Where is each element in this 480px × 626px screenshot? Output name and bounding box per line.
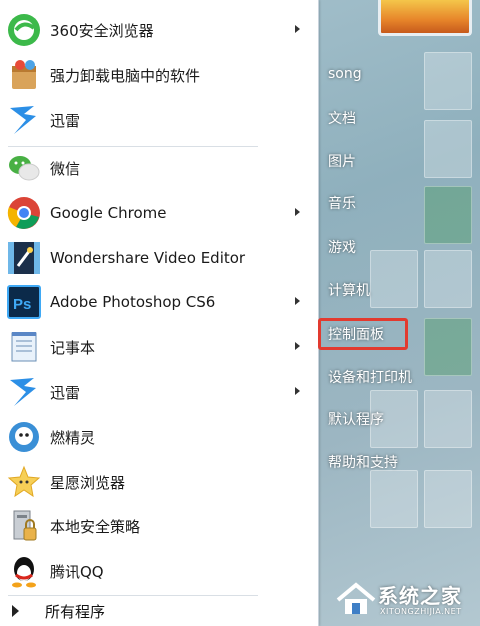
- start-menu-places-pane: song 文档 图片 音乐 游戏 计算机 控制面板 设备和打印机 默认程序 帮助…: [318, 0, 480, 626]
- menu-item-label: 腾讯QQ: [50, 562, 104, 581]
- menu-item-label: Google Chrome: [50, 204, 167, 222]
- place-games[interactable]: 游戏: [328, 237, 356, 257]
- xunlei-icon: [6, 374, 42, 410]
- watermark: 系统之家 XITONGZHIJIA.NET: [330, 576, 478, 622]
- watermark-url: XITONGZHIJIA.NET: [380, 607, 462, 616]
- menu-item-label: 迅雷: [50, 111, 81, 130]
- menu-item-label: 迅雷: [50, 383, 81, 402]
- chevron-right-icon: [295, 387, 300, 395]
- place-computer[interactable]: 计算机: [328, 280, 370, 300]
- qq-icon: [6, 553, 42, 589]
- chevron-right-icon: [295, 297, 300, 305]
- star-browser-icon: [6, 464, 42, 500]
- place-default-programs[interactable]: 默认程序: [328, 409, 384, 429]
- menu-item-uninstall[interactable]: 强力卸载电脑中的软件: [4, 53, 314, 97]
- menu-item-label: 微信: [50, 159, 81, 178]
- place-documents[interactable]: 文档: [328, 108, 356, 128]
- menu-item-label: 记事本: [50, 338, 96, 357]
- menu-item-fire-elf[interactable]: 燃精灵: [4, 415, 314, 459]
- menu-item-star-browser[interactable]: 星愿浏览器: [4, 460, 314, 504]
- menu-item-label: 强力卸载电脑中的软件: [50, 66, 201, 85]
- menu-item-label: Wondershare Video Editor: [50, 249, 246, 267]
- all-programs-label: 所有程序: [45, 602, 106, 621]
- fire-elf-icon: [6, 419, 42, 455]
- video-editor-icon: [6, 240, 42, 276]
- menu-item-label: 燃精灵: [50, 428, 96, 447]
- notepad-icon: [6, 329, 42, 365]
- place-help-support[interactable]: 帮助和支持: [328, 452, 398, 472]
- all-programs-button[interactable]: 所有程序: [0, 596, 318, 626]
- security-policy-icon: [6, 508, 42, 544]
- 360-browser-icon: [6, 12, 42, 48]
- menu-item-photoshop[interactable]: Ps Adobe Photoshop CS6: [4, 280, 314, 324]
- chevron-right-icon: [295, 342, 300, 350]
- place-devices-printers[interactable]: 设备和打印机: [328, 367, 412, 387]
- menu-item-label: 本地安全策略: [50, 517, 141, 536]
- menu-item-label: 360安全浏览器: [50, 21, 154, 40]
- menu-item-security-policy[interactable]: 本地安全策略: [4, 504, 314, 548]
- menu-item-notepad[interactable]: 记事本: [4, 325, 314, 369]
- menu-item-qq[interactable]: 腾讯QQ: [4, 549, 314, 593]
- menu-item-xunlei[interactable]: 迅雷: [4, 98, 314, 142]
- chevron-right-icon: [295, 25, 300, 33]
- menu-item-chrome[interactable]: Google Chrome: [4, 191, 314, 235]
- chevron-right-icon: [295, 208, 300, 216]
- menu-item-wechat[interactable]: 微信: [4, 146, 314, 190]
- desktop-screen: 360安全浏览器 强力卸载电脑中的软件 迅雷 微信 Google Chrome …: [0, 0, 480, 626]
- menu-item-label: 星愿浏览器: [50, 473, 126, 492]
- uninstall-icon: [6, 57, 42, 93]
- menu-item-xunlei-2[interactable]: 迅雷: [4, 370, 314, 414]
- watermark-title: 系统之家: [378, 584, 462, 608]
- menu-item-video-editor[interactable]: Wondershare Video Editor: [4, 236, 314, 280]
- place-music[interactable]: 音乐: [328, 193, 356, 213]
- place-user-folder[interactable]: song: [328, 66, 362, 82]
- house-logo-icon: [336, 582, 376, 614]
- svg-text:Ps: Ps: [13, 296, 31, 313]
- control-panel-highlight-box: [318, 318, 408, 350]
- place-pictures[interactable]: 图片: [328, 151, 356, 171]
- wechat-icon: [6, 150, 42, 186]
- photoshop-icon: Ps: [6, 284, 42, 320]
- start-menu-programs-pane: 360安全浏览器 强力卸载电脑中的软件 迅雷 微信 Google Chrome …: [0, 0, 319, 626]
- menu-item-360-browser[interactable]: 360安全浏览器: [4, 8, 314, 52]
- triangle-right-icon: [12, 605, 19, 617]
- xunlei-icon: [6, 102, 42, 138]
- menu-item-label: Adobe Photoshop CS6: [50, 293, 216, 311]
- chrome-icon: [6, 195, 42, 231]
